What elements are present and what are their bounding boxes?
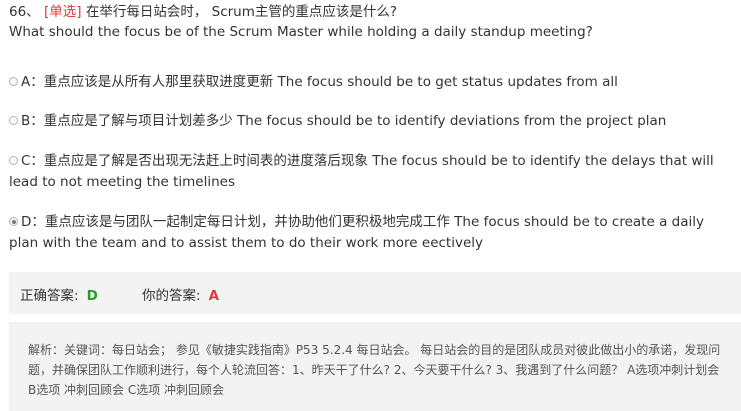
option-c-label: C：重点应是了解是否出现无法赶上时间表的进度落后现象 The focus sho… bbox=[9, 153, 714, 190]
explanation-text: 解析：关键词：每日站会； 参见《敏捷实践指南》P53 5.2.4 每日站会。 每… bbox=[28, 343, 721, 397]
option-c[interactable]: C：重点应是了解是否出现无法赶上时间表的进度落后现象 The focus sho… bbox=[9, 151, 734, 193]
correct-answer-label: 正确答案: bbox=[20, 288, 79, 304]
question-text-cn: 在举行每日站会时， Scrum主管的重点应该是什么? bbox=[85, 4, 398, 20]
radio-button-c[interactable] bbox=[9, 156, 18, 165]
answer-panel: 正确答案: D 你的答案: A bbox=[9, 272, 741, 314]
option-b[interactable]: B：重点应是了解与项目计划差多少 The focus should be to … bbox=[9, 111, 734, 132]
your-answer: 你的答案: A bbox=[142, 284, 219, 304]
correct-answer-value: D bbox=[86, 288, 98, 304]
question-text-en: What should the focus be of the Scrum Ma… bbox=[9, 24, 593, 40]
option-b-label: B：重点应是了解与项目计划差多少 The focus should be to … bbox=[21, 113, 667, 129]
explanation-panel: 解析：关键词：每日站会； 参见《敏捷实践指南》P53 5.2.4 每日站会。 每… bbox=[9, 322, 741, 411]
question-number: 66、 bbox=[9, 4, 40, 20]
question-title: 66、 [单选] 在举行每日站会时， Scrum主管的重点应该是什么? bbox=[9, 3, 397, 22]
radio-button-d[interactable] bbox=[9, 217, 18, 226]
radio-button-b[interactable] bbox=[9, 116, 18, 125]
your-answer-value: A bbox=[208, 288, 220, 304]
radio-button-a[interactable] bbox=[9, 77, 18, 86]
option-d-label: D：重点应该是与团队一起制定每日计划，并协助他们更积极地完成工作 The foc… bbox=[9, 214, 704, 251]
question-type-tag: [单选] bbox=[43, 4, 82, 20]
option-d[interactable]: D：重点应该是与团队一起制定每日计划，并协助他们更积极地完成工作 The foc… bbox=[9, 212, 734, 254]
option-a[interactable]: A：重点应该是从所有人那里获取进度更新 The focus should be … bbox=[9, 72, 734, 93]
your-answer-label: 你的答案: bbox=[142, 288, 201, 304]
correct-answer: 正确答案: D bbox=[20, 284, 98, 304]
option-a-label: A：重点应该是从所有人那里获取进度更新 The focus should be … bbox=[21, 74, 618, 90]
